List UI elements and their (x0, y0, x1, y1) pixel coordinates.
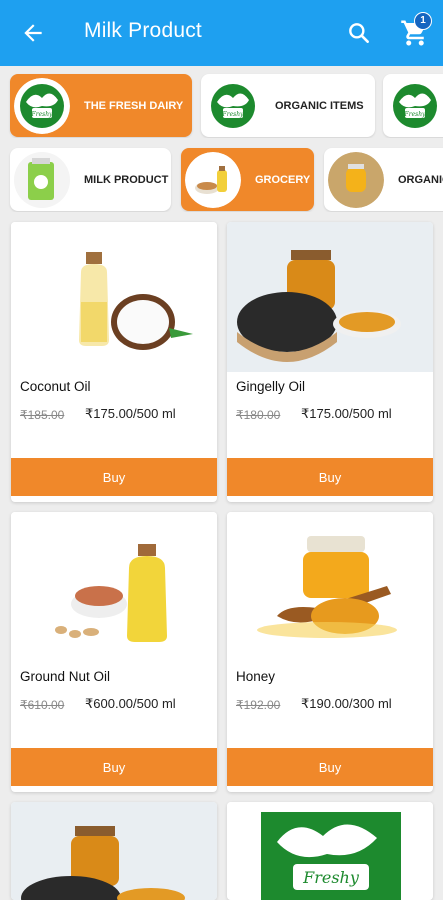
freshy-logo-icon: Freshy (205, 77, 261, 134)
product-card-coconut-oil[interactable]: Coconut Oil ₹185.00 ₹175.00/500 ml Buy (11, 222, 217, 502)
category-chip-organic[interactable]: ORGANIC (324, 148, 443, 211)
category-label: ORGANIC (398, 173, 443, 186)
search-icon[interactable] (346, 20, 372, 46)
grocery-thumbnail (185, 151, 241, 208)
freshy-brand-image: Freshy (227, 802, 433, 900)
category-chip-more[interactable]: Freshy (383, 74, 443, 137)
product-card-honey[interactable]: Honey ₹192.00 ₹190.00/300 ml Buy (227, 512, 433, 792)
gingelly-oil-image (11, 802, 217, 900)
freshy-logo-icon: Freshy (14, 77, 70, 134)
product-name: Ground Nut Oil (20, 669, 111, 684)
svg-text:Freshy: Freshy (404, 111, 427, 118)
category-label: ORGANIC ITEMS (275, 99, 364, 112)
gingelly-oil-image (227, 222, 433, 372)
category-label: MILK PRODUCT (84, 173, 169, 186)
app-bar: Milk Product 1 (0, 0, 443, 66)
category-label: GROCERY (255, 173, 311, 186)
svg-text:Freshy: Freshy (31, 111, 54, 118)
coconut-oil-image (11, 222, 217, 372)
category-chip-grocery[interactable]: GROCERY (181, 148, 314, 211)
buy-button[interactable]: Buy (11, 458, 217, 496)
product-old-price: ₹185.00 (20, 408, 65, 422)
ground-nut-oil-image (11, 512, 217, 662)
organic-thumbnail (328, 151, 384, 208)
product-card-partial-1[interactable] (11, 802, 217, 900)
product-price: ₹190.00/300 ml (301, 696, 392, 711)
product-name: Honey (236, 669, 276, 684)
product-old-price: ₹192.00 (236, 698, 281, 712)
product-price: ₹600.00/500 ml (85, 696, 176, 711)
product-card-gingelly-oil[interactable]: Gingelly Oil ₹180.00 ₹175.00/500 ml Buy (227, 222, 433, 502)
product-old-price: ₹180.00 (236, 408, 281, 422)
category-chip-organic-items[interactable]: Freshy ORGANIC ITEMS (201, 74, 375, 137)
cart-count-badge: 1 (414, 12, 432, 30)
category-row-2: MILK PRODUCT GROCERY ORGANIC (0, 146, 443, 212)
buy-button[interactable]: Buy (227, 458, 433, 496)
buy-button[interactable]: Buy (227, 748, 433, 786)
milk-product-thumbnail (14, 151, 70, 208)
product-old-price: ₹610.00 (20, 698, 65, 712)
back-arrow-icon[interactable] (20, 20, 46, 46)
svg-text:Freshy: Freshy (302, 868, 360, 887)
product-card-partial-2[interactable]: Freshy (227, 802, 433, 900)
category-label: THE FRESH DAIRY (84, 99, 184, 112)
product-price: ₹175.00/500 ml (301, 406, 392, 421)
product-price: ₹175.00/500 ml (85, 406, 176, 421)
category-chip-fresh-dairy[interactable]: Freshy THE FRESH DAIRY (10, 74, 192, 137)
product-card-ground-nut-oil[interactable]: Ground Nut Oil ₹610.00 ₹600.00/500 ml Bu… (11, 512, 217, 792)
category-row-1: Freshy THE FRESH DAIRY Freshy ORGANIC IT… (0, 72, 443, 138)
page-title: Milk Product (84, 19, 202, 42)
buy-button[interactable]: Buy (11, 748, 217, 786)
category-chip-milk-product[interactable]: MILK PRODUCT (10, 148, 171, 211)
freshy-logo-icon: Freshy (387, 77, 443, 134)
product-name: Coconut Oil (20, 379, 91, 394)
product-name: Gingelly Oil (236, 379, 306, 394)
svg-text:Freshy: Freshy (222, 111, 245, 118)
honey-image (227, 512, 433, 662)
